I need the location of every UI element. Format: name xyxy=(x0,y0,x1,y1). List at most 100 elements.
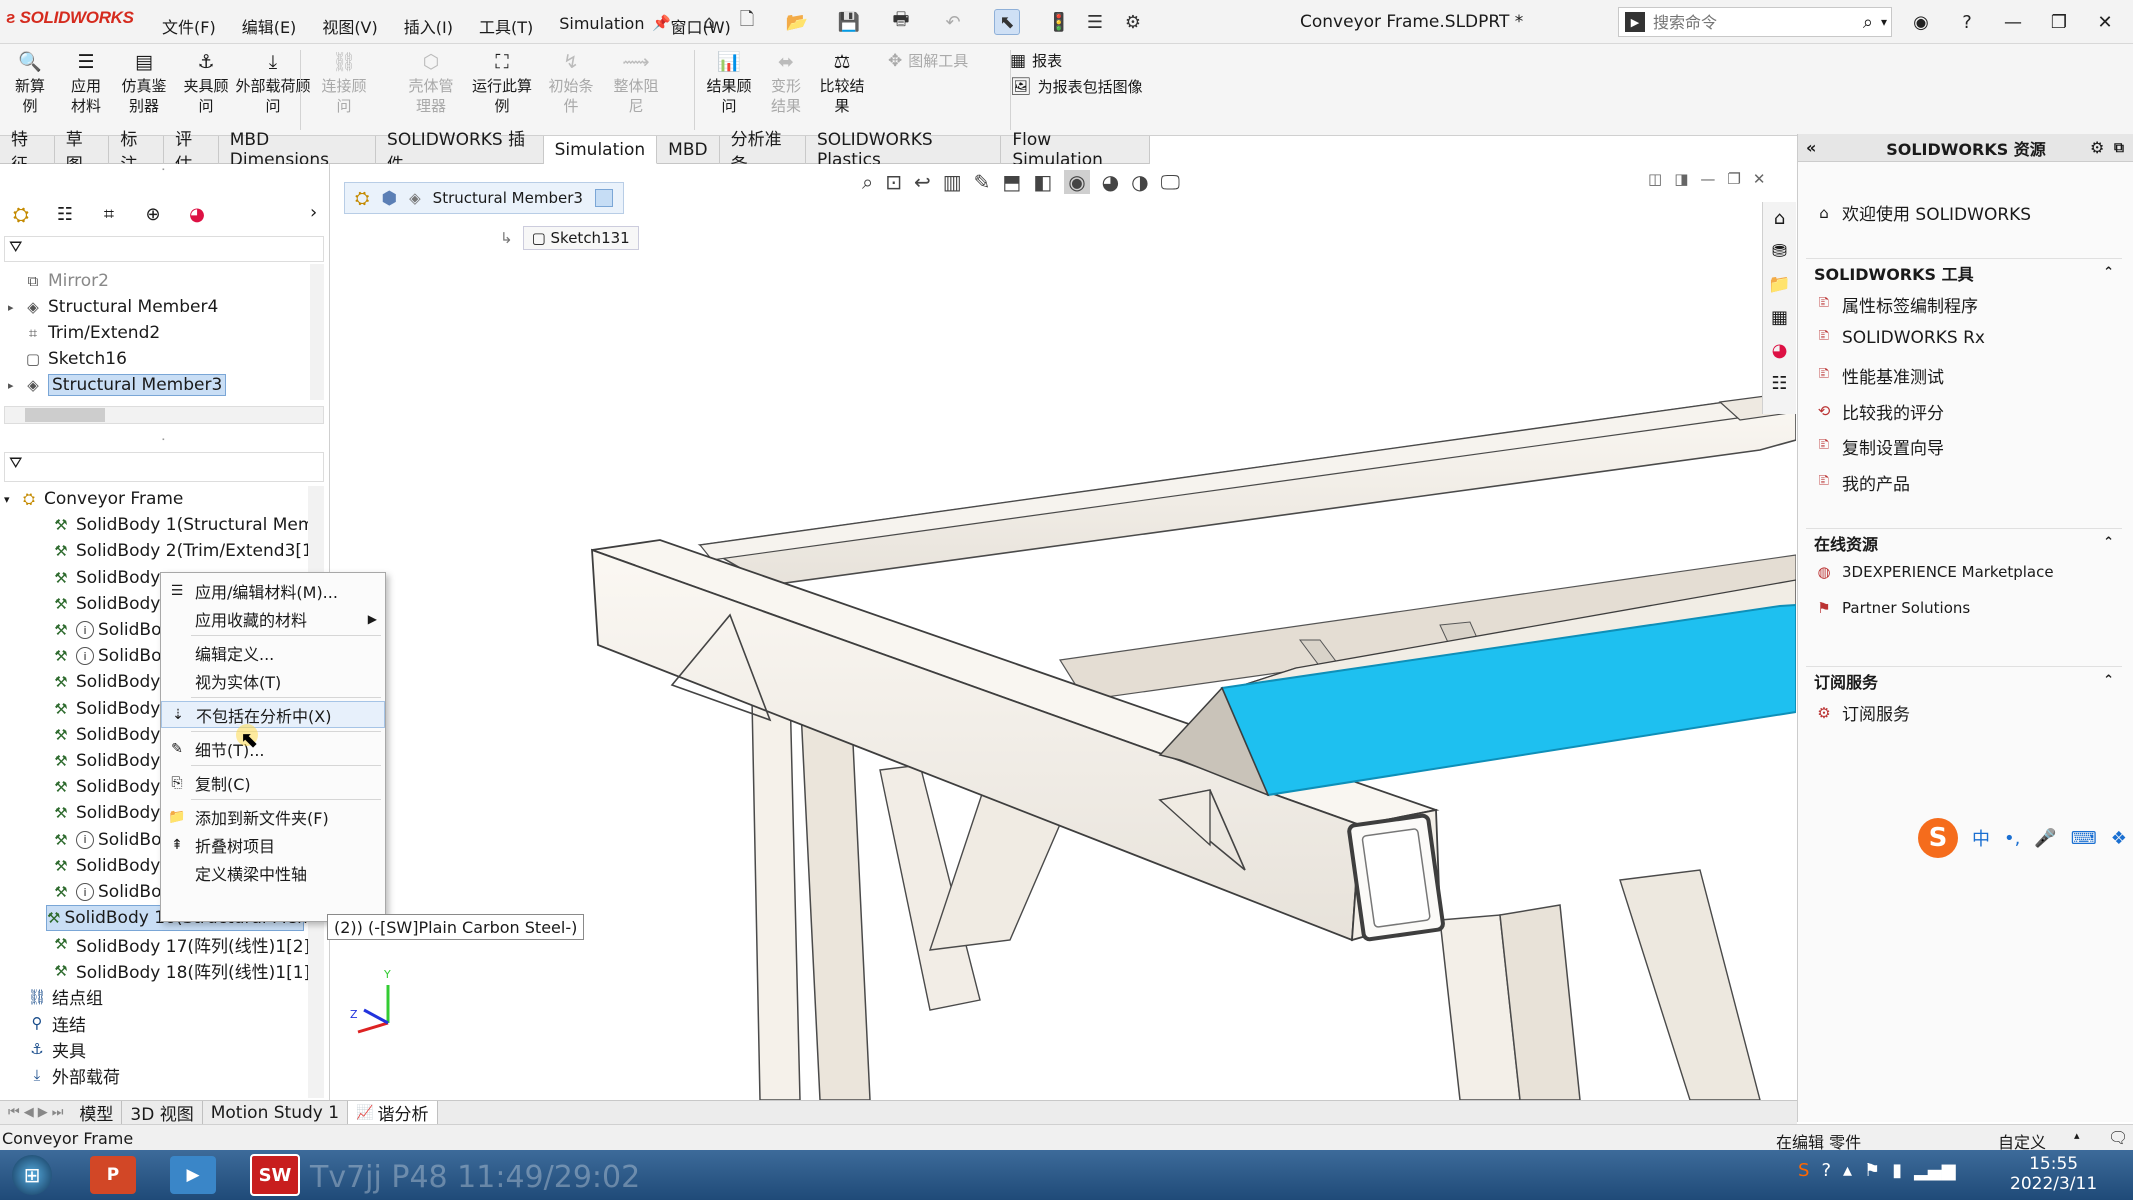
network-icon[interactable]: ▂▄▆ xyxy=(1914,1160,1956,1181)
display-style-icon[interactable]: ◧ xyxy=(1033,170,1052,194)
menu-2[interactable]: 视图(V) xyxy=(320,12,379,40)
resources-link[interactable]: 🗈 我的产品 xyxy=(1814,470,1910,495)
custom-properties-icon[interactable]: ☷ xyxy=(1771,373,1787,394)
panel-expand-icon[interactable]: › xyxy=(310,202,317,223)
view-minimize-icon[interactable]: — xyxy=(1700,170,1715,188)
section-view-icon[interactable]: ▥ xyxy=(943,170,962,194)
property-manager-tab-icon[interactable]: ☷ xyxy=(48,200,82,228)
ribbon-side-0[interactable]: ✥ 图解工具 xyxy=(888,50,968,71)
conveyor-frame-model[interactable]: Y Z xyxy=(330,164,1796,1100)
chevron-up-icon[interactable]: ⌃ xyxy=(2103,265,2114,280)
solid-body-row[interactable]: ⚒ SolidBody 1(Structural Membe xyxy=(50,512,322,538)
dimxpert-tab-icon[interactable]: ⊕ xyxy=(136,200,170,228)
resources-link[interactable]: ◍ 3DEXPERIENCE Marketplace xyxy=(1814,562,2053,582)
command-tab-0[interactable]: 特征 xyxy=(0,130,55,175)
tile-view-icon[interactable]: ◨ xyxy=(1674,170,1688,188)
save-icon[interactable]: 💾 xyxy=(836,9,862,35)
bottom-tab-1[interactable]: 3D 视图 xyxy=(122,1100,203,1125)
command-tab-4[interactable]: MBD Dimensions xyxy=(219,130,377,170)
new-document-icon[interactable]: 🗋 xyxy=(734,9,760,35)
breadcrumb-item-sketch[interactable]: ▢ Sketch131 xyxy=(522,226,639,250)
app-logo[interactable]: ƨ SOLIDWORKS xyxy=(6,8,134,28)
keyboard-icon[interactable]: ⌨ xyxy=(2071,828,2097,849)
dynamic-annotation-icon[interactable]: ✎ xyxy=(974,170,991,194)
command-search[interactable]: ▶ ⌕ ▾ xyxy=(1618,7,1892,37)
collapse-panel-icon[interactable]: « xyxy=(1806,138,1816,157)
solid-body-row[interactable]: ⚒ i SolidBo xyxy=(50,643,161,669)
menu-1[interactable]: 编辑(E) xyxy=(240,12,299,40)
solid-body-row[interactable]: ⚒ SolidBody xyxy=(50,722,160,748)
collapse-arrow-icon[interactable]: ▾ xyxy=(4,493,18,506)
solid-body-row[interactable]: ⚒ SolidBody xyxy=(50,565,160,591)
context-menu-item-9[interactable]: 定义横梁中性轴 xyxy=(161,859,385,886)
panel-splitter-2[interactable]: ⠂ xyxy=(0,434,330,448)
solid-body-row[interactable]: ⚒ i SolidBo xyxy=(50,827,161,853)
context-menu-item-3[interactable]: 视为实体(T) xyxy=(161,667,385,694)
command-tab-5[interactable]: SOLIDWORKS 插件 xyxy=(376,130,544,175)
chevron-up-icon[interactable]: ⌃ xyxy=(2103,673,2114,688)
horizontal-scrollbar[interactable] xyxy=(4,406,324,424)
ribbon-button-12[interactable]: ⚖ 比较结果 xyxy=(818,50,866,116)
study-group-2[interactable]: ⚓ 夹具 xyxy=(26,1036,86,1062)
command-tab-1[interactable]: 草图 xyxy=(55,130,110,175)
resources-link[interactable]: 🗈 复制设置向导 xyxy=(1814,434,1944,459)
panel-settings-icon[interactable]: ⚙ xyxy=(2090,138,2104,157)
solid-body-row[interactable]: ⚒ SolidBody xyxy=(50,800,160,826)
ribbon-side-1[interactable]: ▦ 报表 xyxy=(1010,50,1062,71)
prev-tab-icon[interactable]: ◀ xyxy=(24,1105,34,1120)
select-icon[interactable]: ⬉ xyxy=(994,9,1020,35)
configuration-manager-tab-icon[interactable]: ⌗ xyxy=(92,200,126,228)
input-method-icon[interactable]: S xyxy=(1798,1160,1809,1181)
resources-link[interactable]: ⚙ 订阅服务 xyxy=(1814,700,1910,726)
home-icon[interactable]: ⌂ xyxy=(696,9,722,35)
ribbon-button-1[interactable]: ☰ 应用材料 xyxy=(66,50,106,116)
solid-body-row[interactable]: ⚒ SolidBody xyxy=(50,669,160,695)
face-icon[interactable] xyxy=(594,189,613,207)
clock[interactable]: 15:55 2022/3/11 xyxy=(2010,1154,2097,1194)
resources-link[interactable]: ⟲ 比较我的评分 xyxy=(1814,399,1944,424)
chinese-mode-icon[interactable]: 中 xyxy=(1972,825,1990,851)
view-close-icon[interactable]: ✕ xyxy=(1753,170,1766,188)
search-dropdown-icon[interactable]: ▾ xyxy=(1881,15,1887,29)
restore-button[interactable]: ❐ xyxy=(2044,8,2074,36)
feature-tree-item[interactable]: ▢ Sketch16 xyxy=(8,346,127,372)
context-menu-item-2[interactable]: 编辑定义... xyxy=(161,639,385,666)
ribbon-button-9[interactable]: ⟿ 整体阻尼 xyxy=(612,50,660,116)
view-settings-icon[interactable]: 🖵 xyxy=(1161,170,1180,194)
resources-link[interactable]: 🗈 SOLIDWORKS Rx xyxy=(1814,326,1985,348)
chevron-up-icon[interactable]: ⌃ xyxy=(2103,535,2114,550)
search-icon[interactable]: ⌕ xyxy=(1863,12,1873,33)
view-restore-icon[interactable]: ❐ xyxy=(1727,170,1740,188)
resources-section-header-1[interactable]: 在线资源 ⌃ xyxy=(1806,528,2122,556)
display-manager-tab-icon[interactable]: ◕ xyxy=(180,200,214,228)
help-tray-icon[interactable]: ? xyxy=(1821,1160,1831,1181)
context-menu-item-5[interactable]: ✎ 细节(T)... xyxy=(161,735,385,762)
breadcrumb-item-member[interactable]: Structural Member3 xyxy=(433,189,583,207)
bottom-tab-0[interactable]: 模型 xyxy=(71,1100,123,1125)
ribbon-button-7[interactable]: ⛶ 运行此算例 xyxy=(468,50,536,116)
tray-expand-icon[interactable]: ▴ xyxy=(1843,1160,1852,1181)
ribbon-button-8[interactable]: ↯ 初始条件 xyxy=(548,50,594,116)
study-group-1[interactable]: ⚲ 连结 xyxy=(26,1010,87,1036)
menu-4[interactable]: 工具(T) xyxy=(477,12,535,40)
context-menu-item-1[interactable]: 应用收藏的材料 ▶ xyxy=(161,605,385,632)
media-player-icon[interactable]: ▶ xyxy=(170,1156,216,1194)
view-orientation-icon[interactable]: ⬒ xyxy=(1002,170,1021,194)
ribbon-button-3[interactable]: ⚓ 夹具顾问 xyxy=(178,50,234,116)
help-icon[interactable]: ? xyxy=(1952,8,1982,36)
feature-tree-scrollbar[interactable] xyxy=(310,264,324,400)
solid-body-row[interactable]: ⚒ SolidBody xyxy=(50,696,160,722)
resources-section-header-0[interactable]: SOLIDWORKS 工具 ⌃ xyxy=(1806,258,2122,286)
traffic-light-icon[interactable]: 🚦 xyxy=(1046,9,1072,35)
solid-body-row[interactable]: ⚒ i SolidBo xyxy=(50,879,161,905)
solid-body-row[interactable]: ⚒ SolidBody xyxy=(50,591,160,617)
bottom-tab-2[interactable]: Motion Study 1 xyxy=(203,1100,349,1125)
resources-tab-icon[interactable]: ⌂ xyxy=(1774,208,1785,229)
context-menu-item-8[interactable]: ⇞ 折叠树项目 xyxy=(161,831,385,858)
bottom-tab-3[interactable]: 📈 谐分析 xyxy=(348,1100,438,1125)
command-tab-3[interactable]: 评估 xyxy=(164,130,219,175)
open-icon[interactable]: 📂 xyxy=(784,9,810,35)
study-group-0[interactable]: ⛓ 结点组 xyxy=(26,984,103,1010)
menu-5[interactable]: Simulation xyxy=(557,12,646,40)
ribbon-side-2[interactable]: 🖼 为报表包括图像 xyxy=(1010,76,1143,97)
